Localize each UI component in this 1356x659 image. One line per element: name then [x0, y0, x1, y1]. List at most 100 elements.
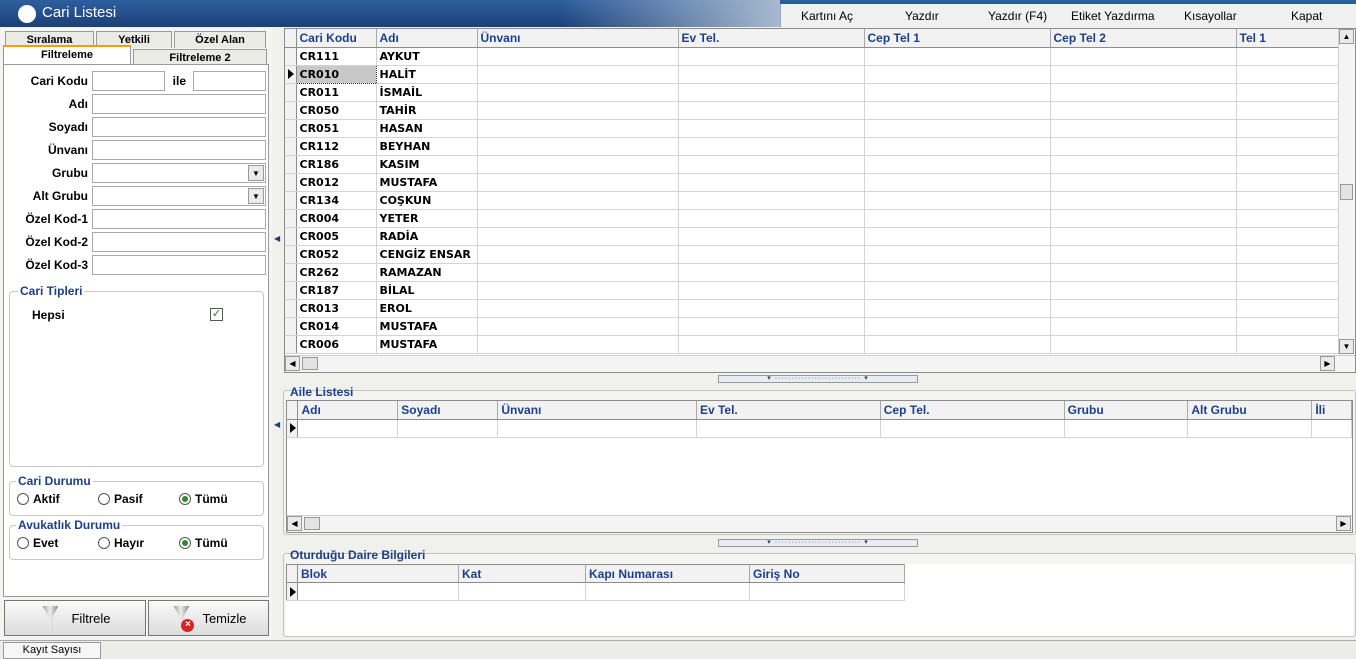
title-input[interactable] [92, 140, 266, 160]
table-cell[interactable] [864, 209, 1051, 228]
column-header[interactable]: Adı [297, 401, 399, 420]
menu-label-print[interactable]: Etiket Yazdırma [1071, 9, 1155, 23]
column-header[interactable]: Cep Tel 1 [864, 29, 1051, 48]
table-cell[interactable]: CR006 [296, 335, 377, 354]
code-to-input[interactable] [193, 71, 266, 91]
resize-handle[interactable]: ▾ ·························· ▾ [718, 375, 918, 383]
clear-button[interactable]: × Temizle [148, 600, 269, 636]
table-cell[interactable]: CR050 [296, 101, 377, 120]
table-cell[interactable]: CENGİZ ENSAR [376, 245, 478, 264]
table-cell[interactable] [678, 173, 865, 192]
table-row[interactable]: CR112 BEYHAN [285, 137, 1343, 156]
table-row[interactable]: CR262 RAMAZAN [285, 263, 1343, 282]
table-cell[interactable] [864, 173, 1051, 192]
table-cell[interactable] [678, 101, 865, 120]
table-cell[interactable]: COŞKUN [376, 191, 478, 210]
table-cell[interactable] [297, 419, 399, 438]
tab-custom[interactable]: Özel Alan [174, 31, 266, 48]
table-cell[interactable] [477, 245, 679, 264]
table-row[interactable]: CR014 MUSTAFA [285, 317, 1343, 336]
column-header[interactable]: Grubu [1064, 401, 1189, 420]
vertical-scrollbar[interactable]: ▲ ▼ [1338, 29, 1355, 355]
column-header[interactable]: Soyadı [397, 401, 499, 420]
table-cell[interactable] [585, 582, 750, 601]
table-cell[interactable]: CR052 [296, 245, 377, 264]
table-cell[interactable] [864, 101, 1051, 120]
table-cell[interactable] [1050, 65, 1237, 84]
status-passive-radio[interactable]: Pasif [98, 492, 143, 506]
table-cell[interactable]: KASIM [376, 155, 478, 174]
table-row[interactable]: CR010 HALİT [285, 64, 1343, 84]
table-cell[interactable]: CR005 [296, 227, 377, 246]
column-header[interactable]: Ev Tel. [696, 401, 881, 420]
scroll-right-icon[interactable]: ▶ [1336, 516, 1351, 531]
table-cell[interactable]: MUSTAFA [376, 335, 478, 354]
scroll-down-icon[interactable]: ▼ [1339, 339, 1354, 354]
table-cell[interactable] [864, 227, 1051, 246]
table-cell[interactable] [1236, 209, 1339, 228]
column-header[interactable]: Kapı Numarası [585, 564, 750, 583]
column-header[interactable]: Ünvanı [497, 401, 697, 420]
scroll-left-icon[interactable]: ◀ [287, 516, 302, 531]
special-code-2-input[interactable] [92, 232, 266, 252]
table-cell[interactable] [1050, 191, 1237, 210]
table-cell[interactable]: YETER [376, 209, 478, 228]
table-row[interactable]: CR005 RADİA [285, 227, 1343, 246]
table-cell[interactable] [864, 335, 1051, 354]
family-horizontal-scrollbar[interactable]: ◀ ▶ [287, 515, 1352, 532]
table-cell[interactable] [1236, 137, 1339, 156]
all-types-checkbox[interactable]: ✓ [210, 308, 223, 321]
table-cell[interactable] [678, 83, 865, 102]
column-header[interactable]: Tel 1 [1236, 29, 1339, 48]
table-cell[interactable] [1050, 47, 1237, 66]
table-cell[interactable]: CR014 [296, 317, 377, 336]
table-cell[interactable] [477, 155, 679, 174]
table-cell[interactable] [880, 419, 1065, 438]
table-row[interactable]: CR013 EROL [285, 299, 1343, 318]
table-cell[interactable] [678, 137, 865, 156]
table-row[interactable]: CR012 MUSTAFA [285, 173, 1343, 192]
column-header[interactable]: Cep Tel. [880, 401, 1065, 420]
table-cell[interactable] [678, 209, 865, 228]
tab-filter-1[interactable]: Filtreleme [3, 45, 131, 65]
table-cell[interactable] [1050, 335, 1237, 354]
table-cell[interactable]: CR051 [296, 119, 377, 138]
table-cell[interactable]: CR004 [296, 209, 377, 228]
lawyer-all-radio[interactable]: Tümü [179, 536, 228, 550]
lawyer-no-radio[interactable]: Hayır [98, 536, 144, 550]
table-cell[interactable]: RAMAZAN [376, 263, 478, 282]
table-cell[interactable] [1187, 419, 1313, 438]
scroll-left-icon[interactable]: ◀ [285, 356, 300, 371]
table-cell[interactable] [1236, 47, 1339, 66]
column-header[interactable]: Adı [376, 29, 478, 48]
special-code-1-input[interactable] [92, 209, 266, 229]
table-cell[interactable] [678, 299, 865, 318]
table-cell[interactable] [1050, 173, 1237, 192]
name-input[interactable] [92, 94, 266, 114]
table-cell[interactable]: BİLAL [376, 281, 478, 300]
scroll-right-icon[interactable]: ▶ [1320, 356, 1335, 371]
table-cell[interactable]: MUSTAFA [376, 173, 478, 192]
table-row[interactable]: CR006 MUSTAFA [285, 335, 1343, 354]
table-cell[interactable]: CR112 [296, 137, 377, 156]
table-cell[interactable] [477, 209, 679, 228]
table-row[interactable]: CR187 BİLAL [285, 281, 1343, 300]
status-all-radio[interactable]: Tümü [179, 492, 228, 506]
column-header[interactable]: Blok [297, 564, 459, 583]
table-cell[interactable]: HASAN [376, 119, 478, 138]
table-cell[interactable] [477, 83, 679, 102]
table-cell[interactable] [864, 65, 1051, 84]
table-cell[interactable] [1236, 227, 1339, 246]
table-cell[interactable] [297, 582, 459, 601]
table-cell[interactable] [1050, 119, 1237, 138]
table-cell[interactable] [678, 245, 865, 264]
table-cell[interactable] [1236, 65, 1339, 84]
table-cell[interactable]: CR010 [295, 64, 377, 84]
table-cell[interactable] [696, 419, 881, 438]
table-cell[interactable] [678, 317, 865, 336]
table-row[interactable]: CR134 COŞKUN [285, 191, 1343, 210]
surname-input[interactable] [92, 117, 266, 137]
table-cell[interactable] [1050, 263, 1237, 282]
column-header[interactable]: Cep Tel 2 [1050, 29, 1237, 48]
table-cell[interactable] [864, 281, 1051, 300]
